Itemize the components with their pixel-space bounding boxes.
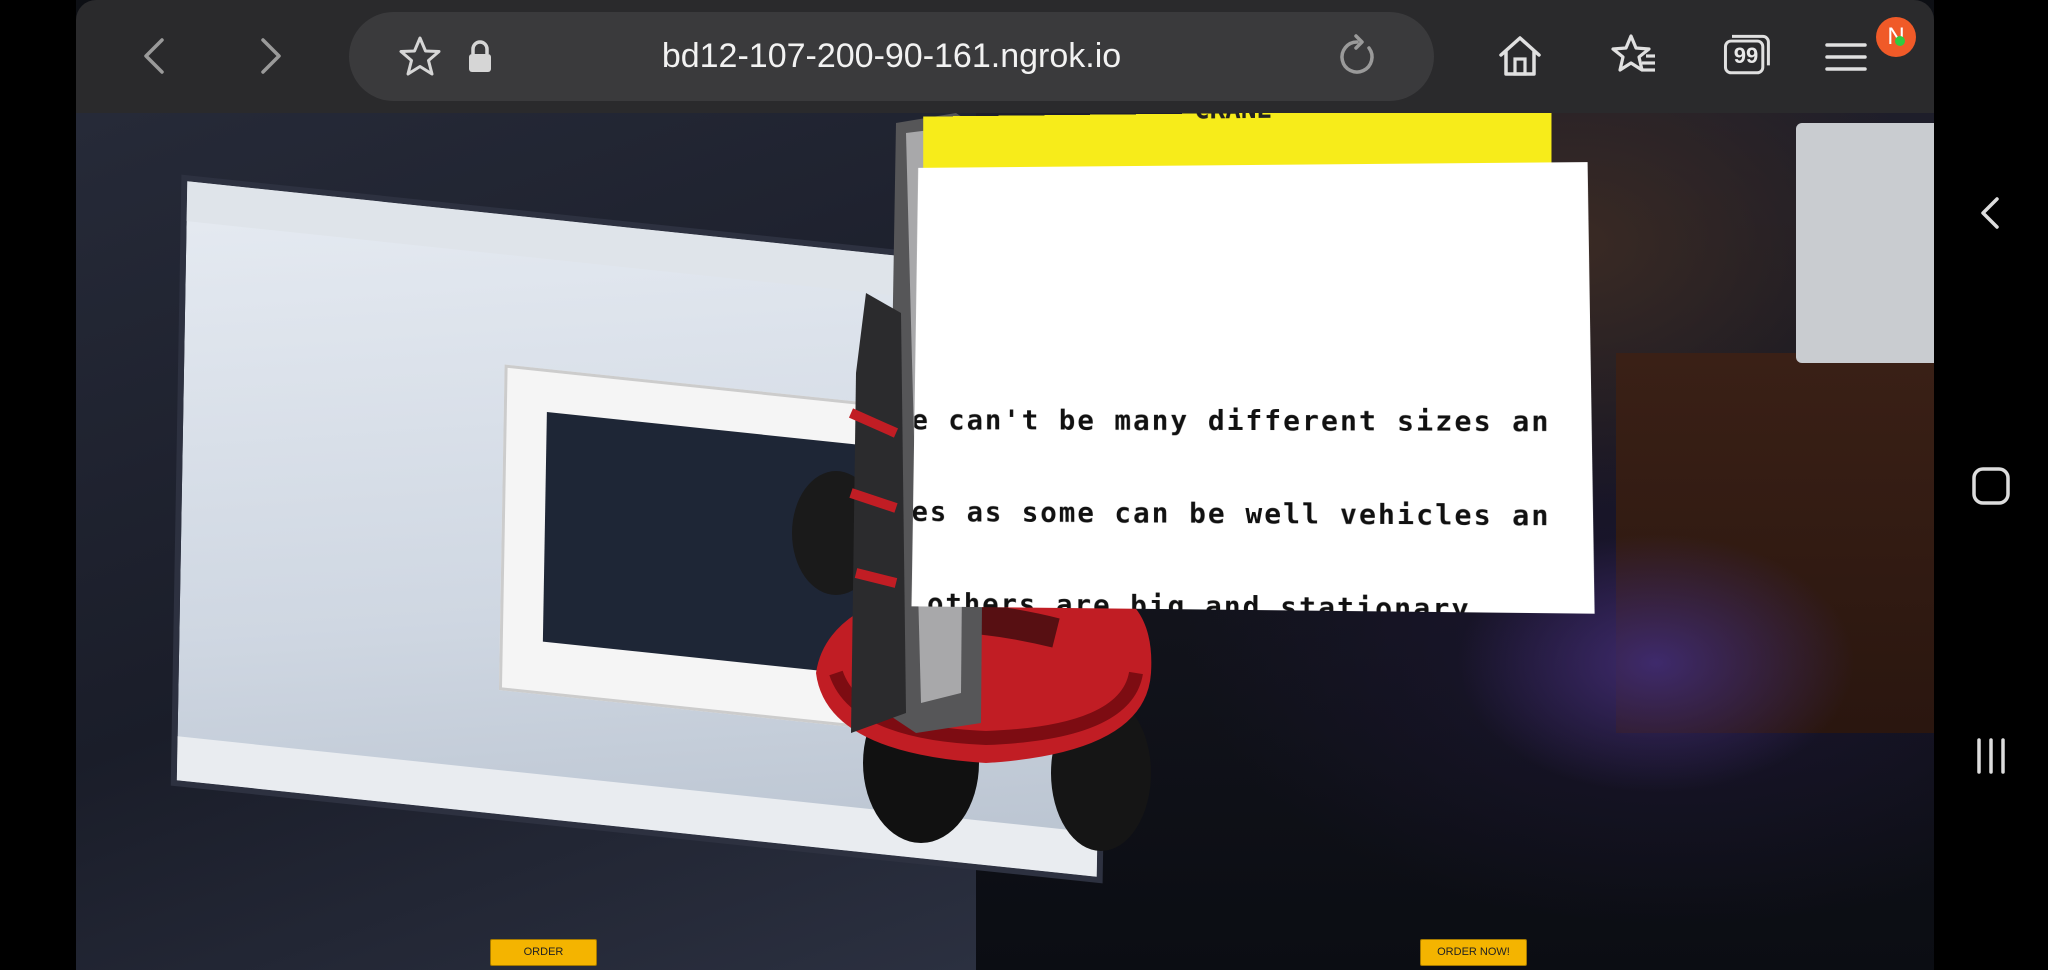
ar-card-title: CRANE — [923, 113, 1551, 128]
menu-icon — [1825, 43, 1867, 71]
forward-arrow-icon — [261, 38, 281, 74]
back-chevron-icon — [1981, 197, 1999, 229]
system-recents-button[interactable] — [1964, 729, 2018, 783]
back-arrow-icon — [144, 38, 164, 74]
url-text[interactable]: bd12-107-200-90-161.ngrok.io — [349, 12, 1434, 101]
ar-card-body: e can't be many different sizes an es as… — [912, 162, 1595, 614]
address-bar[interactable]: bd12-107-200-90-161.ngrok.io — [349, 12, 1434, 101]
ar-card-line: e can't be many different sizes an — [911, 403, 1551, 438]
background-printer — [1796, 123, 1934, 363]
bookmarks-icon — [1611, 34, 1655, 72]
recents-icon — [1977, 738, 2005, 774]
bookmarks-button[interactable] — [1604, 26, 1664, 86]
browser-toolbar: bd12-107-200-90-161.ngrok.io 99 — [76, 0, 1934, 113]
back-button[interactable] — [126, 26, 186, 86]
system-home-button[interactable] — [1964, 459, 2018, 513]
online-status-dot — [1895, 36, 1905, 46]
browser-window: bd12-107-200-90-161.ngrok.io 99 e can't … — [76, 0, 1934, 970]
order-now-button[interactable]: ORDER NOW! — [1420, 939, 1527, 966]
forward-button[interactable] — [239, 26, 299, 86]
home-button[interactable] — [1490, 26, 1550, 86]
order-summary-button[interactable]: ORDER SUMMARY! — [490, 939, 597, 966]
ar-card-line: es as some can be well vehicles an — [911, 495, 1551, 533]
system-back-button[interactable] — [1964, 186, 2018, 240]
ar-info-card: CRANE e can't be many different sizes an… — [912, 113, 1601, 617]
home-icon — [1499, 36, 1541, 76]
reload-icon[interactable] — [1334, 34, 1380, 80]
ar-camera-view: CRANE e can't be many different sizes an… — [76, 113, 1934, 970]
home-square-icon — [1972, 467, 2010, 505]
menu-button[interactable] — [1816, 26, 1876, 86]
system-navigation-bar — [1934, 0, 2048, 970]
tabs-count: 99 — [1733, 43, 1759, 68]
tabs-button[interactable]: 99 — [1716, 26, 1776, 86]
ar-card-header: CRANE — [923, 113, 1552, 171]
